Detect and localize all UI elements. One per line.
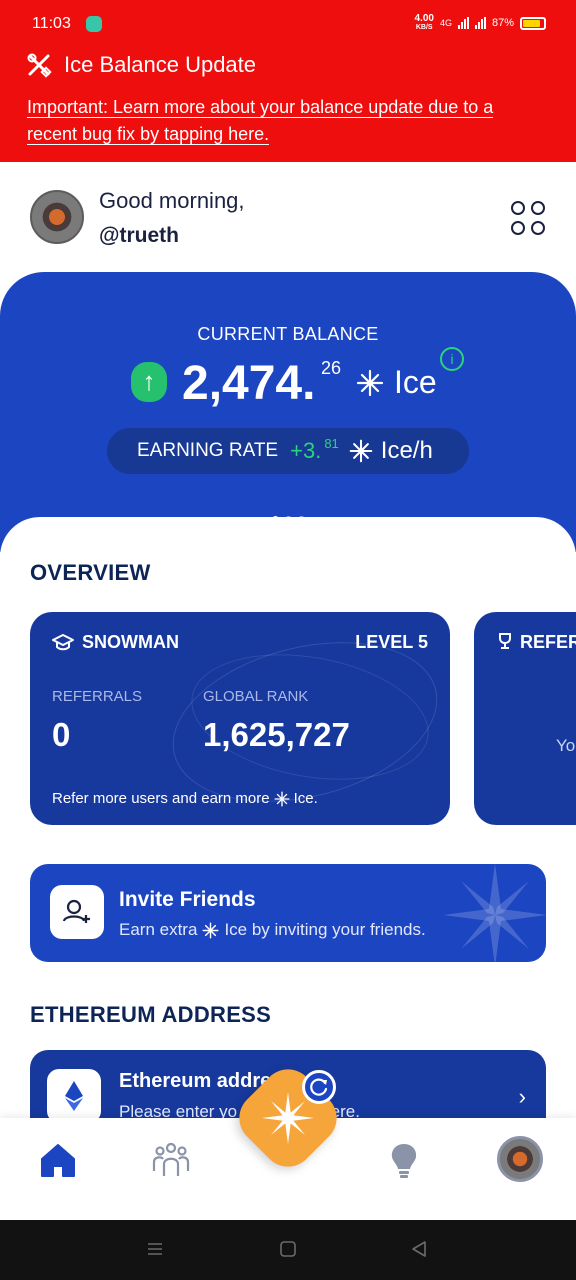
referrals-card[interactable]: REFERR Yo — [474, 612, 576, 825]
alert-body-link[interactable]: Important: Learn more about your balance… — [27, 94, 547, 148]
nav-home[interactable] — [36, 1138, 80, 1182]
balance-unit: Ice — [356, 364, 437, 401]
ethereum-icon-box — [47, 1069, 101, 1123]
status-time: 11:03 — [32, 15, 71, 32]
balance-update-banner[interactable]: 11:03 4.00 KB/S 4G 87% Ice Balance Updat… — [0, 0, 576, 162]
battery-icon — [520, 16, 546, 30]
battery-percent: 87% — [491, 17, 514, 29]
ice-icon — [356, 369, 384, 396]
recent-apps-icon[interactable] — [146, 1240, 164, 1263]
balance-up-arrow-icon — [131, 362, 167, 402]
user-avatar[interactable] — [30, 190, 84, 244]
referrals-card-body: Yo — [556, 736, 576, 755]
status-indicators: 4.00 KB/S 4G 87% — [414, 14, 546, 32]
chevron-right-icon[interactable]: › — [519, 1084, 526, 1110]
earning-rate-pill[interactable]: EARNING RATE +3. 81 Ice/h — [107, 428, 469, 474]
network-speed: 4.00 KB/S — [414, 13, 434, 32]
invite-icon-box — [50, 885, 104, 939]
system-navigation-bar — [0, 1220, 576, 1280]
referrals-card-title-text: REFERR — [520, 632, 576, 652]
invite-friends-card[interactable]: Invite Friends Earn extra Ice by invitin… — [30, 864, 546, 962]
info-icon[interactable]: i — [440, 347, 464, 371]
level-card[interactable]: SNOWMAN LEVEL 5 REFERRALS GLOBAL RANK 0 … — [30, 612, 450, 825]
level-number: LEVEL 5 — [355, 632, 428, 652]
ice-icon — [202, 921, 219, 939]
alert-body-text[interactable]: Important: Learn more about your balance… — [27, 97, 494, 145]
status-bar: 11:03 4.00 KB/S 4G 87% — [0, 10, 576, 40]
earning-rate-unit: Ice/h — [349, 437, 433, 465]
referrals-card-title: REFERR — [496, 632, 576, 653]
username: @trueth — [99, 224, 179, 247]
balance-label: CURRENT BALANCE — [197, 324, 379, 344]
tips-bulb-icon — [391, 1144, 417, 1178]
app-screen: 11:03 4.00 KB/S 4G 87% Ice Balance Updat… — [0, 0, 576, 1280]
four-dots-grid-icon[interactable] — [510, 200, 546, 236]
footer-text-pre: Refer more users and earn more — [52, 790, 270, 807]
refresh-icon — [310, 1078, 328, 1096]
trophy-icon — [499, 633, 511, 649]
ice-watermark-icon — [443, 864, 546, 962]
home-icon — [41, 1144, 75, 1177]
greeting: Good morning, @trueth — [99, 188, 245, 248]
level-name: SNOWMAN — [52, 632, 179, 653]
ethereum-section-title: ETHEREUM ADDRESS — [30, 1002, 272, 1027]
referrals-value: 0 — [52, 716, 71, 753]
greeting-text: Good morning, — [99, 188, 245, 213]
global-rank-value: 1,625,727 — [203, 716, 350, 753]
ethereum-icon — [65, 1081, 83, 1111]
balance-unit-text: Ice — [394, 364, 437, 400]
balance-decimal: 26 — [321, 358, 342, 378]
invite-subtitle-pre: Earn extra — [119, 920, 198, 939]
nav-tips[interactable] — [382, 1138, 426, 1182]
chat-notification-icon — [86, 16, 102, 32]
signal-icon — [457, 17, 469, 29]
signal-icon-2 — [474, 17, 486, 29]
earning-rate-whole: +3. — [290, 438, 322, 463]
content-sheet — [0, 517, 576, 1137]
network-type-label: 4G — [439, 18, 452, 28]
balance-card[interactable]: CURRENT BALANCE 2,474. 26 Ice i EARNING … — [0, 272, 576, 552]
level-name-text: SNOWMAN — [82, 632, 179, 652]
global-rank-label: GLOBAL RANK — [203, 688, 309, 705]
ethereum-card-title: Ethereum addre — [119, 1070, 272, 1092]
invite-subtitle-post: Ice by inviting your friends. — [224, 920, 426, 939]
footer-text-post: Ice. — [293, 790, 318, 807]
alert-title: Ice Balance Update — [26, 52, 256, 78]
ice-icon — [349, 439, 373, 463]
team-icon — [152, 1142, 190, 1176]
home-button-icon[interactable] — [279, 1240, 297, 1263]
refresh-badge[interactable] — [302, 1070, 336, 1104]
tools-icon — [27, 53, 52, 78]
add-user-icon — [62, 899, 90, 923]
back-button-icon[interactable] — [410, 1240, 428, 1263]
earning-rate-label: EARNING RATE — [137, 440, 279, 461]
invite-title: Invite Friends — [119, 888, 256, 911]
invite-subtitle: Earn extra Ice by inviting your friends. — [119, 920, 426, 940]
ice-icon — [274, 790, 290, 807]
nav-profile-avatar[interactable] — [497, 1136, 543, 1182]
alert-title-text: Ice Balance Update — [64, 52, 257, 77]
level-card-footer: Refer more users and earn more Ice. — [52, 790, 318, 807]
graduation-cap-icon — [52, 633, 74, 650]
earning-rate-decimal: 81 — [324, 436, 339, 451]
overview-title: OVERVIEW — [30, 560, 151, 585]
balance-whole: 2,474. — [182, 357, 316, 410]
referrals-label: REFERRALS — [52, 688, 143, 705]
earning-rate-unit-text: Ice/h — [380, 437, 433, 464]
nav-team[interactable] — [149, 1138, 193, 1182]
